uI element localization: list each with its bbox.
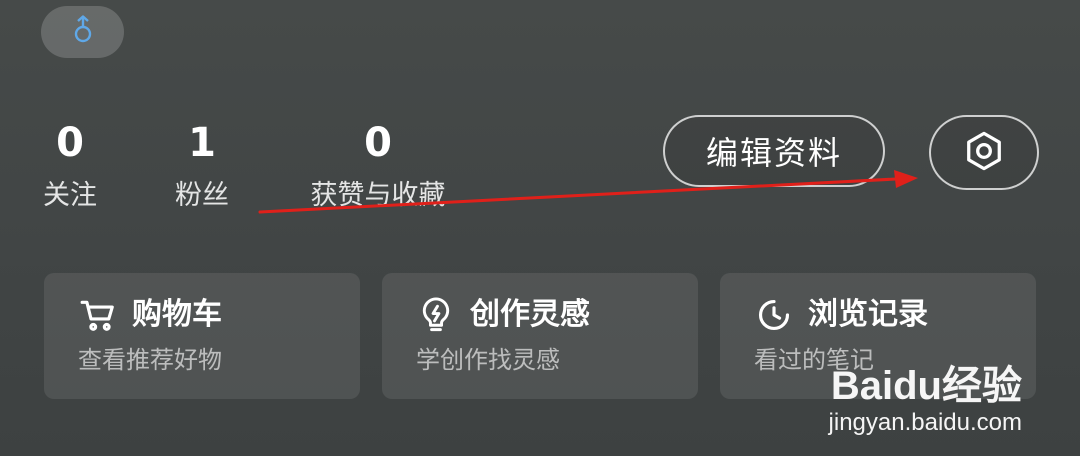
likes-count: 0: [364, 120, 392, 166]
likes-label: 获赞与收藏: [310, 180, 446, 211]
followers-count: 1: [188, 120, 216, 166]
shopping-cart-subtitle: 查看推荐好物: [78, 346, 222, 374]
watermark-url: jingyan.baidu.com: [828, 409, 1022, 436]
gear-icon: [961, 128, 1007, 178]
gender-badge: [41, 6, 124, 58]
lightbulb-icon: [416, 295, 456, 335]
following-count: 0: [56, 120, 84, 166]
followers-label: 粉丝: [175, 180, 229, 211]
creative-inspiration-title: 创作灵感: [470, 297, 590, 332]
male-symbol-icon: [71, 15, 95, 49]
clock-icon: [754, 295, 794, 335]
creative-inspiration-subtitle: 学创作找灵感: [416, 346, 560, 374]
following-label: 关注: [43, 180, 97, 211]
watermark-logo: Baidu经验: [830, 364, 1022, 408]
stat-followers[interactable]: 1 粉丝: [172, 118, 232, 214]
stat-following[interactable]: 0 关注: [40, 118, 100, 214]
creative-inspiration-card[interactable]: 创作灵感 学创作找灵感: [382, 273, 698, 399]
shopping-cart-card[interactable]: 购物车 查看推荐好物: [44, 273, 360, 399]
browsing-history-title: 浏览记录: [808, 297, 928, 332]
shopping-cart-title: 购物车: [132, 297, 222, 332]
settings-button[interactable]: [929, 115, 1039, 190]
cart-icon: [78, 295, 118, 335]
edit-profile-button[interactable]: 编辑资料: [663, 115, 885, 187]
stat-likes-collections[interactable]: 0 获赞与收藏: [303, 118, 453, 214]
baidu-jingyan-watermark: Baidu经验 jingyan.baidu.com: [829, 364, 1022, 438]
